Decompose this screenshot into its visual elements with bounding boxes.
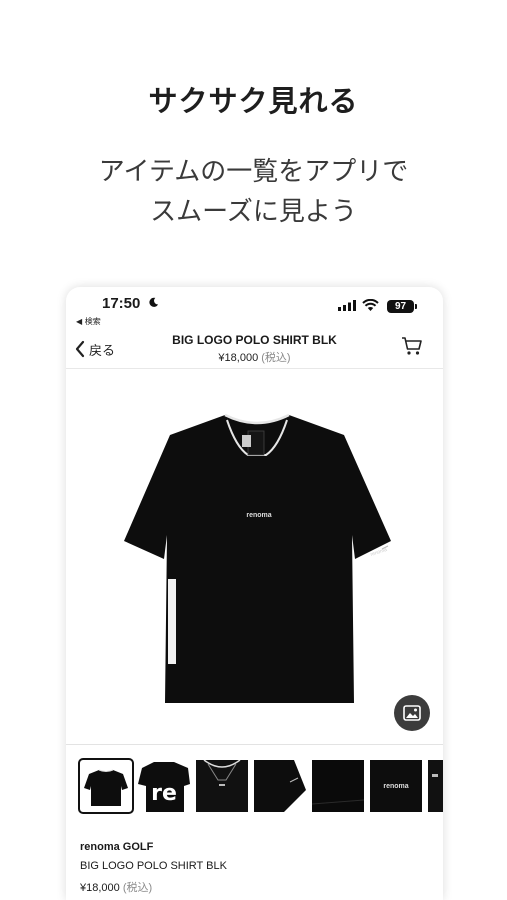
back-label: 戻る xyxy=(89,343,116,359)
cart-icon[interactable] xyxy=(401,336,423,356)
wifi-icon xyxy=(362,299,379,311)
product-brand[interactable]: renoma GOLF xyxy=(80,841,153,853)
back-button[interactable]: 戻る xyxy=(74,337,115,361)
polo-shirt-image: renoma renoma xyxy=(124,413,391,703)
product-price-value: ¥18,000 xyxy=(80,882,120,894)
thumb-logo-detail: renoma xyxy=(370,760,422,812)
product-price-tax: (税込) xyxy=(122,882,153,894)
product-main-image[interactable]: renoma renoma xyxy=(66,369,443,744)
thumb-sleeve-detail xyxy=(254,760,306,812)
thumbnail-5[interactable] xyxy=(312,760,364,812)
image-gallery-icon xyxy=(403,705,421,721)
battery-tip xyxy=(415,304,417,309)
nav-price-tax: (税込) xyxy=(261,352,291,364)
signal-icon xyxy=(338,300,356,311)
shirt-logo-text: renoma xyxy=(246,512,271,519)
moon-icon xyxy=(149,297,159,307)
nav-title: BIG LOGO POLO SHIRT BLK xyxy=(172,333,337,347)
product-name: BIG LOGO POLO SHIRT BLK xyxy=(80,860,227,872)
image-divider xyxy=(66,744,443,745)
promo-subtitle-line1: アイテムの一覧をアプリで xyxy=(98,157,409,187)
promo-subtitle-line2: スムーズに見よう xyxy=(150,197,357,227)
thumbnail-1[interactable] xyxy=(78,758,134,814)
thumb-re-text: re xyxy=(151,781,177,806)
gallery-button[interactable] xyxy=(394,695,430,731)
battery-indicator: 97 xyxy=(387,300,414,313)
thumb-logo-text: renoma xyxy=(383,783,408,790)
thumb-shirt-back: re xyxy=(138,760,190,812)
thumb-collar-detail xyxy=(196,760,248,812)
thumbnail-3[interactable] xyxy=(196,760,248,812)
thumb-partial xyxy=(428,760,443,812)
status-bar: 17:50 ◀ 検索 97 xyxy=(66,287,443,327)
status-time: 17:50 xyxy=(102,295,141,312)
thumbnail-strip: re renoma xyxy=(78,758,443,814)
chevron-left-icon xyxy=(75,340,85,358)
thumbnail-4[interactable] xyxy=(254,760,306,812)
thumbnail-2[interactable]: re xyxy=(138,760,190,812)
nav-bar: 戻る BIG LOGO POLO SHIRT BLK ¥18,000 (税込) xyxy=(66,327,443,369)
back-to-app-link[interactable]: ◀ 検索 xyxy=(76,316,101,327)
product-price: ¥18,000 (税込) xyxy=(80,879,152,895)
thumbnail-7[interactable] xyxy=(428,760,443,812)
thumb-fabric-detail xyxy=(312,760,364,812)
thumb-shirt-front xyxy=(80,760,132,812)
phone-screen: 17:50 ◀ 検索 97 戻る BIG LOGO POLO SHIRT BLK xyxy=(66,287,443,900)
thumbnail-6[interactable]: renoma xyxy=(370,760,422,812)
promo-heading: サクサク見れる xyxy=(148,84,359,118)
nav-price: ¥18,000 (税込) xyxy=(126,349,383,365)
promo-subtitle: アイテムの一覧をアプリで スムーズに見よう xyxy=(0,152,507,232)
nav-price-value: ¥18,000 xyxy=(218,352,259,364)
